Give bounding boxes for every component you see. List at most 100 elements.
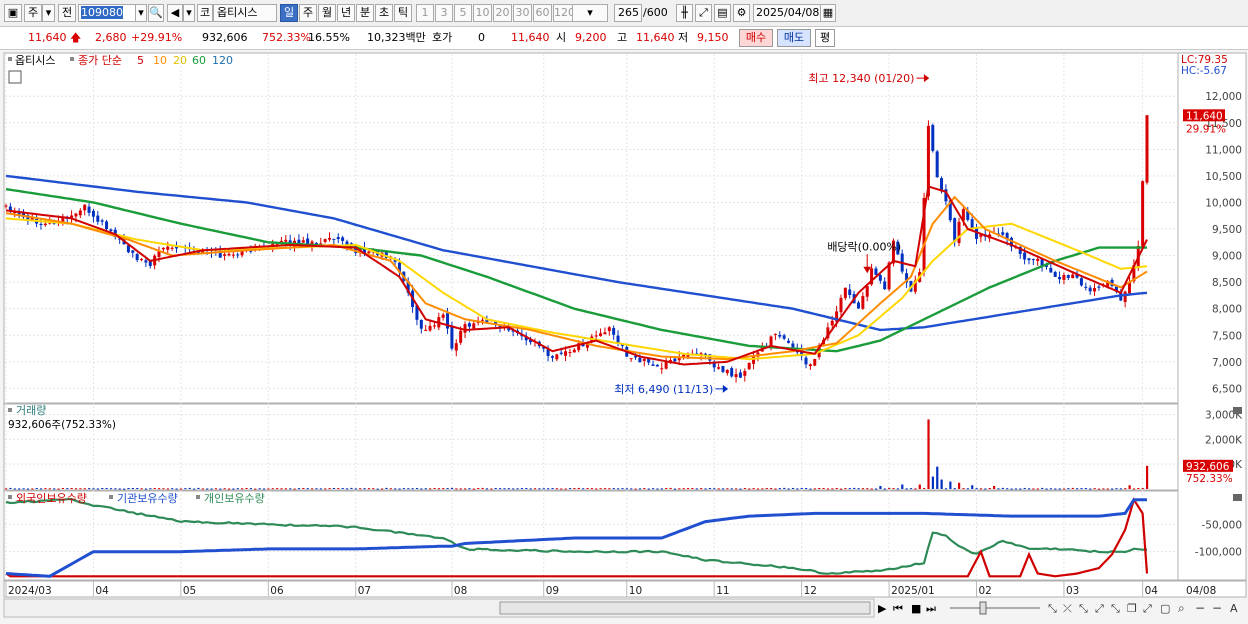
candle-body — [953, 218, 957, 242]
calendar-icon[interactable]: ▦ — [820, 4, 836, 22]
stock-chart[interactable]: 6,500 7,000 7,500 8,000 8,500 9,000 9,500 10,00… — [0, 51, 1248, 621]
tool-line-icon[interactable]: ⤡ — [1048, 602, 1057, 615]
zoom-in-icon[interactable]: − — [1212, 601, 1222, 615]
stock-code-input[interactable]: 109080 — [78, 4, 136, 22]
zoom-out-icon[interactable]: − — [1195, 601, 1205, 615]
tool-copy-icon[interactable]: ❐ — [1127, 602, 1137, 615]
candle-body — [148, 261, 152, 266]
interval-tab[interactable]: 3 — [435, 4, 453, 22]
sound-dropdown-icon[interactable]: ▾ — [183, 4, 195, 22]
date-input[interactable]: 2025/04/08 — [753, 4, 821, 22]
volume-bar — [914, 488, 917, 490]
period-tab[interactable]: 주 — [299, 4, 317, 22]
volume-bar — [407, 488, 410, 490]
tool-arrow-icon[interactable]: ⤡ — [1111, 602, 1120, 615]
candle-body — [839, 297, 843, 313]
sound-icon[interactable]: ◀ — [167, 4, 183, 22]
volume-bar — [516, 488, 519, 490]
stop-icon[interactable]: ■ — [911, 602, 921, 615]
volume-tag-pct: 752.33% — [1186, 473, 1233, 485]
holdings-close-icon[interactable] — [1233, 494, 1242, 501]
volume-close-icon[interactable] — [1233, 407, 1242, 414]
type-select[interactable]: 전 — [58, 4, 76, 22]
volume-bar — [673, 488, 677, 490]
candle-body — [931, 125, 935, 151]
volume-bar — [385, 487, 388, 489]
candle-icon[interactable]: ╫ — [676, 4, 693, 22]
volume-bar — [538, 488, 541, 490]
volume-bar — [464, 488, 467, 490]
search-icon[interactable]: 🔍 — [148, 4, 164, 22]
period-tab[interactable]: 월 — [318, 4, 336, 22]
legend-foreign: 외국인보유수량 — [16, 492, 87, 505]
price-panel[interactable] — [3, 52, 1179, 404]
interval-tab[interactable]: 10 — [473, 4, 492, 22]
stock-name[interactable]: 옵티시스 — [213, 4, 277, 22]
candle-body — [743, 370, 747, 376]
volume-bar — [1106, 488, 1109, 490]
volume-bar — [1032, 488, 1035, 490]
period-tab[interactable]: 일 — [280, 4, 298, 22]
tool-trend-icon[interactable]: ⤡ — [1079, 602, 1088, 615]
tool-wave-icon[interactable]: ⤢ — [1143, 602, 1152, 615]
save-icon[interactable]: ▤ — [714, 4, 731, 22]
count-input[interactable]: 265 — [614, 4, 642, 22]
code-dropdown-icon[interactable]: ▾ — [135, 4, 147, 22]
period-tab[interactable]: 초 — [375, 4, 393, 22]
volume-bar — [665, 487, 668, 489]
volume-bar — [713, 488, 716, 490]
market-dropdown-icon[interactable]: ▾ — [42, 4, 55, 22]
sell-button[interactable]: 매도 — [777, 29, 811, 47]
candle-body — [1053, 272, 1057, 277]
scroll-last-icon[interactable]: ⏭ — [926, 602, 936, 615]
volume-bar — [179, 488, 183, 490]
candle-body — [830, 320, 834, 326]
price-tag-value: 11,640 — [1186, 110, 1223, 122]
period-tab[interactable]: 분 — [356, 4, 374, 22]
scroll-first-icon[interactable]: ⏮ — [893, 602, 903, 615]
candle-body — [664, 361, 668, 369]
candle-body — [109, 229, 113, 232]
volume-bar — [883, 488, 886, 490]
period-tab[interactable]: 년 — [337, 4, 355, 22]
price-tick-label: 11,000 — [1205, 144, 1242, 156]
tool-tilt-icon[interactable]: ⤢ — [1095, 602, 1104, 615]
interval-tab[interactable]: 5 — [454, 4, 472, 22]
market-select[interactable]: 주 — [24, 4, 42, 22]
interval-dropdown[interactable]: ▾ — [572, 4, 608, 22]
volume-bar — [1027, 488, 1031, 490]
tool-cross-icon[interactable]: ⤫ — [1063, 602, 1072, 615]
period-tab[interactable]: 틱 — [394, 4, 412, 22]
tool-box-icon[interactable]: ▢ — [1160, 602, 1170, 615]
interval-tab[interactable]: 1 — [416, 4, 434, 22]
volume-bar — [577, 487, 580, 489]
grid-toggle-icon[interactable] — [8, 70, 22, 84]
volume-bar — [822, 488, 825, 490]
volume-bar — [796, 488, 799, 490]
zoom-search-icon[interactable]: ⌕ — [1178, 601, 1185, 615]
price-tick-label: 7,000 — [1212, 357, 1242, 369]
volume-bar — [818, 488, 821, 490]
high-label: 고 — [617, 31, 628, 44]
eval-button[interactable]: 평 — [815, 29, 835, 47]
chart-area[interactable]: 6,500 7,000 7,500 8,000 8,500 9,000 9,500 10,00… — [0, 51, 1248, 621]
volume-bar — [892, 488, 895, 490]
price-tick-label: 7,500 — [1212, 330, 1242, 342]
volume-bar — [555, 488, 559, 490]
interval-tab[interactable]: 20 — [493, 4, 512, 22]
holdings-panel[interactable] — [3, 490, 1179, 581]
interval-tab[interactable]: 30 — [513, 4, 532, 22]
gear-icon[interactable]: ⚙ — [733, 4, 750, 22]
draw-tool-icon[interactable]: ⤢ — [695, 4, 712, 22]
auto-scale-icon[interactable]: A — [1230, 602, 1238, 615]
volume-bar — [721, 488, 725, 490]
volume-panel[interactable] — [3, 403, 1179, 491]
zoom-slider-handle[interactable] — [979, 601, 987, 615]
buy-button[interactable]: 매수 — [739, 29, 773, 47]
scroll-left-icon[interactable]: ▶ — [878, 602, 887, 615]
chart-menu-icon[interactable]: ▣ — [4, 4, 22, 22]
scroll-thumb[interactable] — [499, 601, 871, 615]
volume-bar — [1036, 488, 1039, 490]
interval-tab[interactable]: 60 — [533, 4, 552, 22]
volume-bar — [245, 488, 248, 490]
